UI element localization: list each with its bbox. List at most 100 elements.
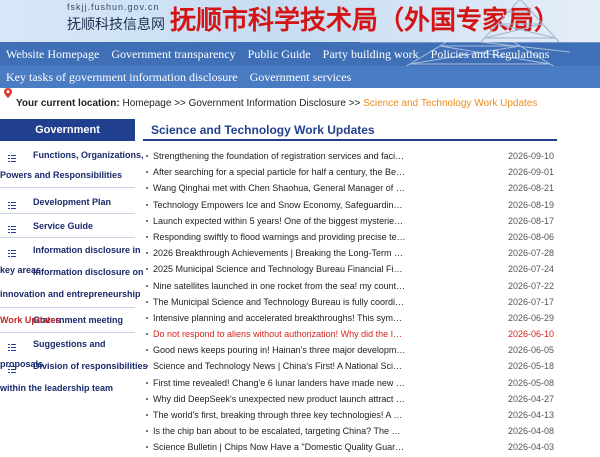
- news-item[interactable]: Intensive planning and accelerated break…: [143, 311, 557, 327]
- news-item[interactable]: 2026 Breakthrough Achievements | Breakin…: [143, 246, 557, 262]
- news-item[interactable]: Nine satellites launched in one rocket f…: [143, 279, 557, 295]
- news-title[interactable]: Do not respond to aliens without authori…: [153, 329, 406, 339]
- news-item[interactable]: First time revealed! Chang'e 6 lunar lan…: [143, 376, 557, 392]
- sidebar-item-sublabel: innovation and entrepreneurship: [0, 289, 141, 299]
- bullet-icon: [146, 333, 148, 336]
- news-item[interactable]: Strengthening the foundation of registra…: [143, 149, 557, 165]
- sidebar-item-label: Functions, Organizations,: [33, 150, 144, 160]
- news-title[interactable]: Launch expected within 5 years! One of t…: [153, 216, 406, 226]
- news-item[interactable]: Why did DeepSeek's unexpected new produc…: [143, 392, 557, 408]
- nav-government-transparency[interactable]: Government transparency: [105, 47, 241, 62]
- sidebar-divider: [0, 332, 135, 333]
- nav-homepage[interactable]: Website Homepage: [0, 47, 105, 62]
- bullet-icon: [146, 219, 148, 222]
- bullet-icon: [146, 187, 148, 190]
- news-item[interactable]: Launch expected within 5 years! One of t…: [143, 214, 557, 230]
- news-date: 2026-07-17: [507, 296, 554, 307]
- list-icon: [8, 155, 16, 162]
- sidebar-item-sublabel: Work Updates: [0, 315, 61, 325]
- bullet-icon: [146, 268, 148, 271]
- sidebar-divider: [0, 307, 135, 308]
- news-title[interactable]: 2025 Municipal Science and Technology Bu…: [153, 264, 406, 274]
- news-item[interactable]: Wang Qinghai met with Chen Shaohua, Gene…: [143, 181, 557, 197]
- nav-policies[interactable]: Policies and Regulations: [425, 47, 556, 62]
- breadcrumb-text: Your current location: Homepage >> Gover…: [16, 98, 537, 109]
- nav-party-building[interactable]: Party building work: [317, 47, 425, 62]
- news-date: 2026-05-18: [507, 361, 554, 372]
- breadcrumb-current[interactable]: Science and Technology Work Updates: [363, 98, 537, 109]
- news-title[interactable]: The Municipal Science and Technology Bur…: [153, 297, 406, 307]
- sidebar-item-division-of-responsibilities[interactable]: Division of responsibilities within the …: [0, 359, 148, 393]
- sidebar-divider: [0, 213, 135, 214]
- news-date: 2026-09-01: [507, 167, 554, 178]
- news-item[interactable]: Good news keeps pouring in! Hainan's thr…: [143, 343, 557, 359]
- bullet-icon: [146, 155, 148, 157]
- news-item[interactable]: The world's first, breaking through thre…: [143, 408, 557, 424]
- bullet-icon: [146, 203, 148, 206]
- news-item[interactable]: Science and Technology News | China's Fi…: [143, 359, 557, 375]
- sidebar-item-label: Division of responsibilities: [33, 361, 148, 371]
- news-panel-header: Science and Technology Work Updates: [143, 119, 557, 141]
- news-date: 2026-07-28: [507, 248, 554, 259]
- sidebar: Government transparency Functions, Organ…: [0, 119, 148, 457]
- sidebar-divider: [0, 187, 135, 188]
- news-title[interactable]: Why did DeepSeek's unexpected new produc…: [153, 394, 406, 404]
- news-date: 2026-08-19: [507, 199, 554, 210]
- news-title[interactable]: Intensive planning and accelerated break…: [153, 313, 406, 323]
- nav-key-tasks[interactable]: Key tasks of government information disc…: [0, 70, 244, 85]
- news-title[interactable]: Science Bulletin | Chips Now Have a "Dom…: [153, 442, 406, 452]
- sidebar-title: Government transparency: [0, 119, 135, 158]
- primary-nav: Website Homepage Government transparency…: [0, 42, 600, 66]
- news-panel: Science and Technology Work Updates Stre…: [143, 119, 557, 457]
- sidebar-divider: [0, 237, 135, 238]
- sidebar-item-innovation[interactable]: Information disclosure on innovation and…: [0, 265, 144, 299]
- news-title[interactable]: After searching for a special particle f…: [153, 167, 406, 177]
- location-pin-icon: [4, 88, 12, 98]
- bullet-icon: [146, 397, 148, 400]
- news-title[interactable]: 2026 Breakthrough Achievements | Breakin…: [153, 248, 406, 258]
- bullet-icon: [146, 316, 148, 319]
- sidebar-item-suggestions[interactable]: Suggestions and proposals: [0, 337, 135, 369]
- news-item[interactable]: Responding swiftly to flood warnings and…: [143, 230, 557, 246]
- news-title[interactable]: Responding swiftly to flood warnings and…: [153, 232, 406, 242]
- bullet-icon: [146, 235, 148, 238]
- news-date: 2026-06-05: [507, 345, 554, 356]
- sidebar-item-label: Suggestions and: [33, 339, 106, 349]
- site-banner: fskjj.fushun.gov.cn 抚顺科技信息网 抚顺市科学技术局（外国专…: [0, 0, 600, 42]
- breadcrumb-label: Your current location:: [16, 98, 120, 109]
- sidebar-item-key-areas[interactable]: Information disclosure in key areas: [0, 243, 141, 275]
- news-title[interactable]: Science and Technology News | China's Fi…: [153, 361, 406, 371]
- news-item[interactable]: After searching for a special particle f…: [143, 165, 557, 181]
- news-item[interactable]: Science Bulletin | Chips Now Have a "Dom…: [143, 440, 557, 456]
- news-date: 2026-07-24: [507, 264, 554, 275]
- sidebar-item-functions[interactable]: Functions, Organizations, Powers and Res…: [0, 148, 144, 180]
- news-title[interactable]: Nine satellites launched in one rocket f…: [153, 281, 406, 291]
- news-item[interactable]: Technology Empowers Ice and Snow Economy…: [143, 198, 557, 214]
- news-title[interactable]: Technology Empowers Ice and Snow Economy…: [153, 200, 406, 210]
- news-item[interactable]: Is the chip ban about to be escalated, t…: [143, 424, 557, 440]
- site-name-short: 抚顺科技信息网: [67, 17, 165, 33]
- nav-government-services[interactable]: Government services: [244, 70, 358, 85]
- news-title[interactable]: The world's first, breaking through thre…: [153, 410, 406, 420]
- bullet-icon: [146, 284, 148, 287]
- nav-public-guide[interactable]: Public Guide: [242, 47, 317, 62]
- news-title[interactable]: Is the chip ban about to be escalated, t…: [153, 426, 406, 436]
- news-date: 2026-06-29: [507, 312, 554, 323]
- bullet-icon: [146, 414, 148, 416]
- breadcrumb-path[interactable]: Homepage >> Government Information Discl…: [123, 98, 364, 109]
- news-title[interactable]: Wang Qinghai met with Chen Shaohua, Gene…: [153, 183, 406, 193]
- bullet-icon: [146, 430, 148, 433]
- news-date: 2026-07-22: [507, 280, 554, 291]
- news-title[interactable]: Strengthening the foundation of registra…: [153, 151, 406, 161]
- sidebar-item-label: Information disclosure on: [33, 267, 144, 277]
- news-title[interactable]: Good news keeps pouring in! Hainan's thr…: [153, 345, 406, 355]
- sidebar-item-label: Development Plan: [33, 197, 112, 207]
- news-item[interactable]: Do not respond to aliens without authori…: [143, 327, 557, 343]
- news-date: 2026-04-27: [507, 393, 554, 404]
- bullet-icon: [146, 446, 148, 449]
- news-title[interactable]: First time revealed! Chang'e 6 lunar lan…: [153, 378, 406, 388]
- bullet-icon: [146, 252, 148, 255]
- news-item[interactable]: 2025 Municipal Science and Technology Bu…: [143, 262, 557, 278]
- news-date: 2026-06-10: [507, 329, 554, 340]
- news-item[interactable]: The Municipal Science and Technology Bur…: [143, 295, 557, 311]
